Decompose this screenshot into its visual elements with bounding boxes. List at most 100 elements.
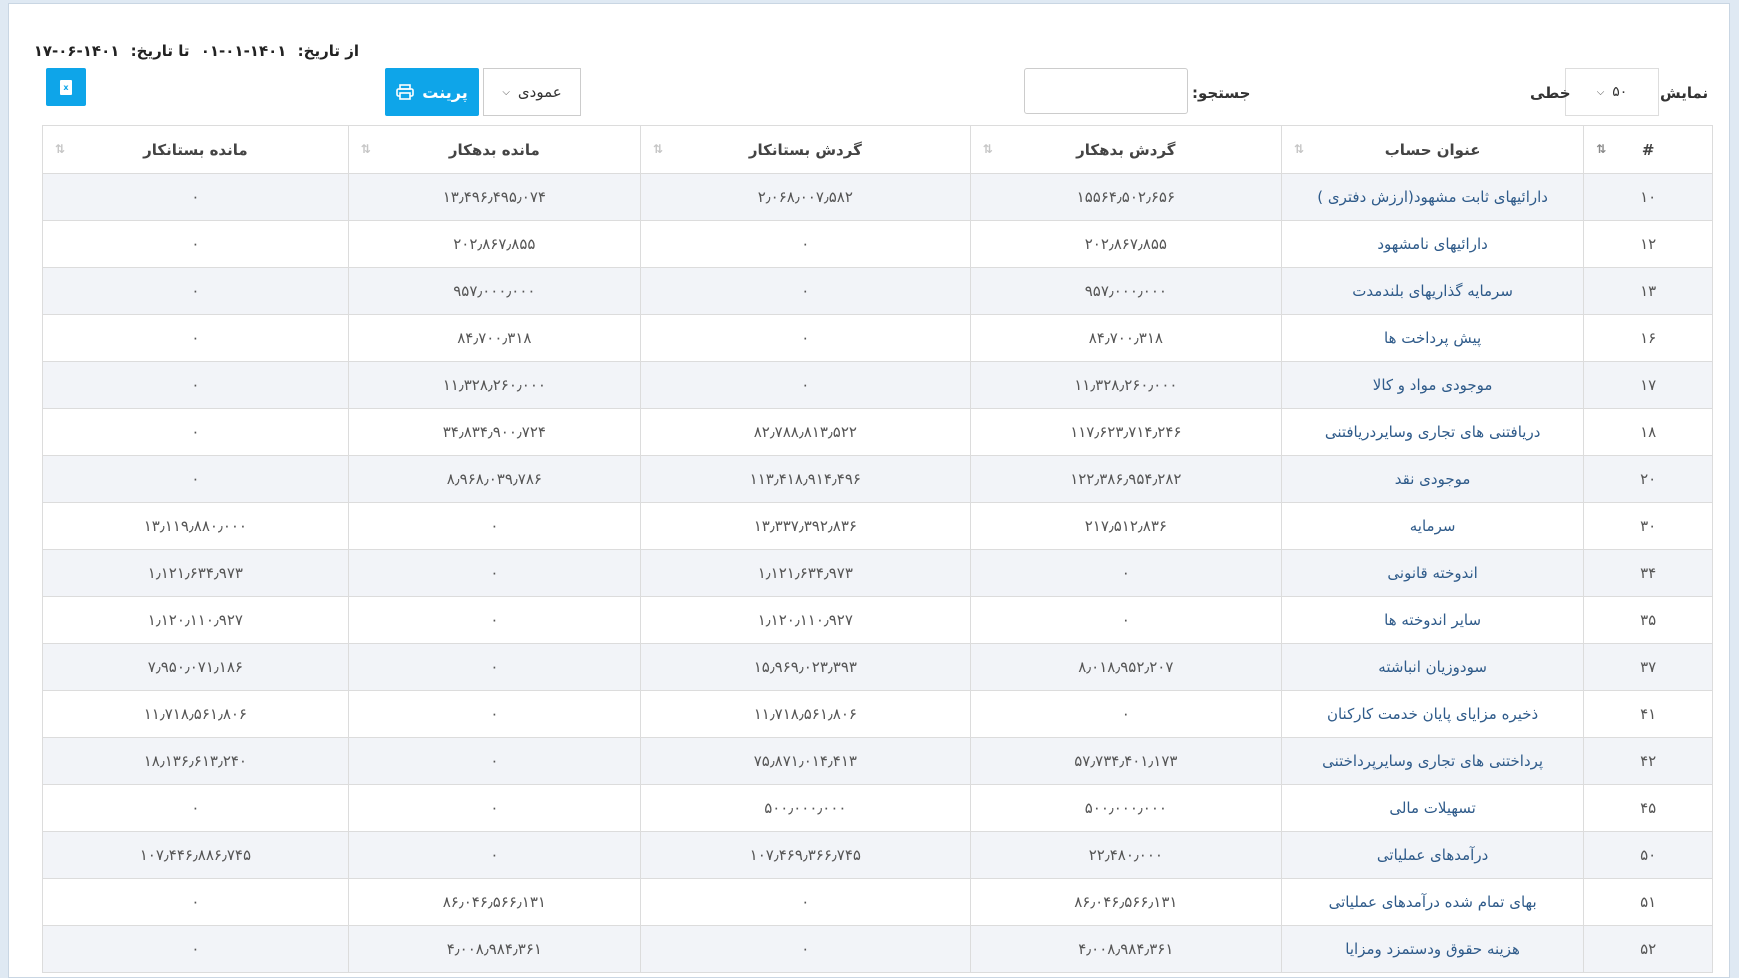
search-label: جستجو: (1192, 84, 1251, 102)
cell-debit-turnover: ۵۷٫۷۳۴٫۴۰۱٫۱۷۳ (969, 737, 1282, 785)
cell-account-code: ۱۸ (1583, 408, 1713, 456)
cell-account-title[interactable]: بهای تمام شده درآمدهای عملیاتی (1280, 878, 1585, 926)
cell-account-title[interactable]: دریافتنی های تجاری وسایردریافتنی (1280, 408, 1585, 456)
table-row[interactable]: ۳۵ سایر اندوخته ها ۰ ۱٫۱۲۰٫۱۱۰٫۹۲۷ ۰ ۱٫۱۲۰٫۱۱… (42, 596, 1713, 644)
cell-credit-turnover: ۱۱٫۷۱۸٫۵۶۱٫۸۰۶ (639, 690, 971, 738)
cell-credit-turnover: ۰ (639, 220, 971, 268)
cell-account-title[interactable]: ذخیره مزایای پایان خدمت کارکنان (1280, 690, 1585, 738)
header-debit-balance[interactable]: مانده بدهکار ⇅ (347, 125, 641, 174)
cell-credit-turnover: ۰ (639, 925, 971, 973)
header-credit-turnover[interactable]: گردش بستانکار ⇅ (639, 125, 971, 174)
table-row[interactable]: ۱۰ دارائیهای ثابت مشهود(ارزش دفتری ) ۱۵۵۶۴… (42, 173, 1713, 221)
table-row[interactable]: ۳۴ اندوخته قانونی ۰ ۱٫۱۲۱٫۶۳۴٫۹۷۳ ۰ ۱٫۱۲۱٫۶۳۴… (42, 549, 1713, 597)
table-row[interactable]: ۳۷ سودوزیان انباشته ۸٫۰۱۸٫۹۵۲٫۲۰۷ ۱۵٫۹۶۹٫۰۲… (42, 643, 1713, 691)
print-button[interactable]: پرینت (385, 68, 479, 116)
cell-credit-turnover: ۲٫۰۶۸٫۰۰۷٫۵۸۲ (639, 173, 971, 221)
sort-icon: ⇅ (982, 142, 993, 156)
table-row[interactable]: ۴۲ پرداختنی های تجاری وسایرپرداختنی ۵۷٫۷۳۴… (42, 737, 1713, 785)
cell-account-code: ۱۲ (1583, 220, 1713, 268)
cell-credit-balance: ۱۰۷٫۴۴۶٫۸۸۶٫۷۴۵ (42, 831, 349, 879)
cell-credit-turnover: ۱۰۷٫۴۶۹٫۳۶۶٫۷۴۵ (639, 831, 971, 879)
table-row[interactable]: ۱۶ پیش پرداخت ها ۸۴٫۷۰۰٫۳۱۸ ۰ ۸۴٫۷۰۰٫۳۱۸ ۰ (42, 314, 1713, 362)
cell-account-title[interactable]: سرمایه (1280, 502, 1585, 550)
table-row[interactable]: ۱۸ دریافتنی های تجاری وسایردریافتنی ۱۱۷٫۶۲… (42, 408, 1713, 456)
cell-debit-turnover: ۹۵۷٫۰۰۰٫۰۰۰ (969, 267, 1282, 315)
cell-debit-balance: ۲۰۲٫۸۶۷٫۸۵۵ (347, 220, 641, 268)
header-index[interactable]: # ⇅ (1583, 125, 1713, 174)
table-row[interactable]: ۲۰ موجودی نقد ۱۲۲٫۳۸۶٫۹۵۴٫۲۸۲ ۱۱۳٫۴۱۸٫۹۱۴٫۴… (42, 455, 1713, 503)
cell-account-code: ۴۲ (1583, 737, 1713, 785)
cell-debit-balance: ۸٫۹۶۸٫۰۳۹٫۷۸۶ (347, 455, 641, 503)
sort-icon: ⇅ (360, 142, 371, 156)
cell-debit-turnover: ۵۰۰٫۰۰۰٫۰۰۰ (969, 784, 1282, 832)
cell-credit-balance: ۱۱٫۷۱۸٫۵۶۱٫۸۰۶ (42, 690, 349, 738)
cell-credit-turnover: ۱۵٫۹۶۹٫۰۲۳٫۳۹۳ (639, 643, 971, 691)
cell-account-title[interactable]: سودوزیان انباشته (1280, 643, 1585, 691)
table-row[interactable]: ۵۲ هزینه حقوق ودستمزد ومزایا ۴٫۰۰۸٫۹۸۴٫۳۶۱… (42, 925, 1713, 973)
cell-debit-turnover: ۰ (969, 690, 1282, 738)
cell-account-title[interactable]: دارائیهای نامشهود (1280, 220, 1585, 268)
cell-debit-balance: ۰ (347, 831, 641, 879)
cell-account-title[interactable]: موجودی مواد و کالا (1280, 361, 1585, 409)
table-row[interactable]: ۱۲ دارائیهای نامشهود ۲۰۲٫۸۶۷٫۸۵۵ ۰ ۲۰۲٫۸۶۷٫۸… (42, 220, 1713, 268)
cell-account-title[interactable]: تسهیلات مالی (1280, 784, 1585, 832)
from-label: از تاریخ: (297, 42, 359, 60)
trial-balance-table: # ⇅ عنوان حساب ⇅ گردش بدهکار ⇅ گردش بستا… (42, 125, 1713, 973)
cell-credit-balance: ۰ (42, 925, 349, 973)
page-length-select[interactable]: ۵۰ ⌵ (1565, 68, 1659, 116)
view-mode-select[interactable]: عمودی ⌵ (483, 68, 581, 116)
cell-debit-balance: ۰ (347, 596, 641, 644)
cell-debit-turnover: ۸۶٫۰۴۶٫۵۶۶٫۱۳۱ (969, 878, 1282, 926)
cell-credit-balance: ۰ (42, 220, 349, 268)
excel-icon: x (60, 79, 72, 95)
table-row[interactable]: ۵۱ بهای تمام شده درآمدهای عملیاتی ۸۶٫۰۴۶٫۵… (42, 878, 1713, 926)
cell-account-code: ۵۱ (1583, 878, 1713, 926)
cell-debit-balance: ۰ (347, 690, 641, 738)
cell-debit-balance: ۱۱٫۳۲۸٫۲۶۰٫۰۰۰ (347, 361, 641, 409)
cell-debit-balance: ۰ (347, 549, 641, 597)
cell-account-code: ۱۳ (1583, 267, 1713, 315)
cell-account-code: ۴۱ (1583, 690, 1713, 738)
table-row[interactable]: ۳۰ سرمایه ۲۱۷٫۵۱۲٫۸۳۶ ۱۳٫۳۳۷٫۳۹۲٫۸۳۶ ۰ ۱۳٫۱۱۹… (42, 502, 1713, 550)
table-row[interactable]: ۱۳ سرمایه گذاریهای بلندمدت ۹۵۷٫۰۰۰٫۰۰۰ ۰ ۹۵۷… (42, 267, 1713, 315)
cell-account-title[interactable]: دارائیهای ثابت مشهود(ارزش دفتری ) (1280, 173, 1585, 221)
cell-debit-turnover: ۰ (969, 549, 1282, 597)
sort-icon: ⇅ (1293, 142, 1304, 156)
rows-label: خطی (1530, 84, 1571, 102)
cell-account-title[interactable]: سایر اندوخته ها (1280, 596, 1585, 644)
header-credit-balance[interactable]: مانده بستانکار ⇅ (42, 125, 349, 174)
show-label: نمایش (1660, 84, 1709, 102)
header-debit-turnover[interactable]: گردش بدهکار ⇅ (969, 125, 1282, 174)
cell-credit-turnover: ۱۳٫۳۳۷٫۳۹۲٫۸۳۶ (639, 502, 971, 550)
header-account-title[interactable]: عنوان حساب ⇅ (1280, 125, 1585, 174)
cell-account-code: ۳۰ (1583, 502, 1713, 550)
search-input[interactable] (1024, 68, 1188, 114)
to-label: تا تاریخ: (130, 42, 190, 60)
cell-account-title[interactable]: موجودی نقد (1280, 455, 1585, 503)
cell-account-code: ۱۶ (1583, 314, 1713, 362)
cell-credit-turnover: ۱۱۳٫۴۱۸٫۹۱۴٫۴۹۶ (639, 455, 971, 503)
table-row[interactable]: ۱۷ موجودی مواد و کالا ۱۱٫۳۲۸٫۲۶۰٫۰۰۰ ۰ ۱۱٫۳۲… (42, 361, 1713, 409)
cell-account-title[interactable]: درآمدهای عملیاتی (1280, 831, 1585, 879)
cell-credit-balance: ۱۸٫۱۳۶٫۶۱۳٫۲۴۰ (42, 737, 349, 785)
cell-account-title[interactable]: پرداختنی های تجاری وسایرپرداختنی (1280, 737, 1585, 785)
cell-credit-turnover: ۵۰۰٫۰۰۰٫۰۰۰ (639, 784, 971, 832)
table-body: ۱۰ دارائیهای ثابت مشهود(ارزش دفتری ) ۱۵۵۶۴… (42, 173, 1713, 973)
cell-account-title[interactable]: سرمایه گذاریهای بلندمدت (1280, 267, 1585, 315)
cell-account-title[interactable]: اندوخته قانونی (1280, 549, 1585, 597)
print-label: پرینت (422, 82, 468, 102)
cell-credit-turnover: ۰ (639, 267, 971, 315)
cell-debit-turnover: ۲۱۷٫۵۱۲٫۸۳۶ (969, 502, 1282, 550)
table-row[interactable]: ۴۵ تسهیلات مالی ۵۰۰٫۰۰۰٫۰۰۰ ۵۰۰٫۰۰۰٫۰۰۰ ۰ ۰ (42, 784, 1713, 832)
excel-export-button[interactable]: x (46, 68, 86, 106)
cell-debit-turnover: ۲۲٫۴۸۰٫۰۰۰ (969, 831, 1282, 879)
cell-credit-turnover: ۰ (639, 878, 971, 926)
cell-credit-balance: ۰ (42, 267, 349, 315)
table-row[interactable]: ۵۰ درآمدهای عملیاتی ۲۲٫۴۸۰٫۰۰۰ ۱۰۷٫۴۶۹٫۳۶۶٫… (42, 831, 1713, 879)
cell-debit-turnover: ۸۴٫۷۰۰٫۳۱۸ (969, 314, 1282, 362)
cell-account-code: ۱۰ (1583, 173, 1713, 221)
table-row[interactable]: ۴۱ ذخیره مزایای پایان خدمت کارکنان ۰ ۱۱٫۷۱۸… (42, 690, 1713, 738)
cell-account-title[interactable]: هزینه حقوق ودستمزد ومزایا (1280, 925, 1585, 973)
cell-account-title[interactable]: پیش پرداخت ها (1280, 314, 1585, 362)
cell-debit-balance: ۹۵۷٫۰۰۰٫۰۰۰ (347, 267, 641, 315)
